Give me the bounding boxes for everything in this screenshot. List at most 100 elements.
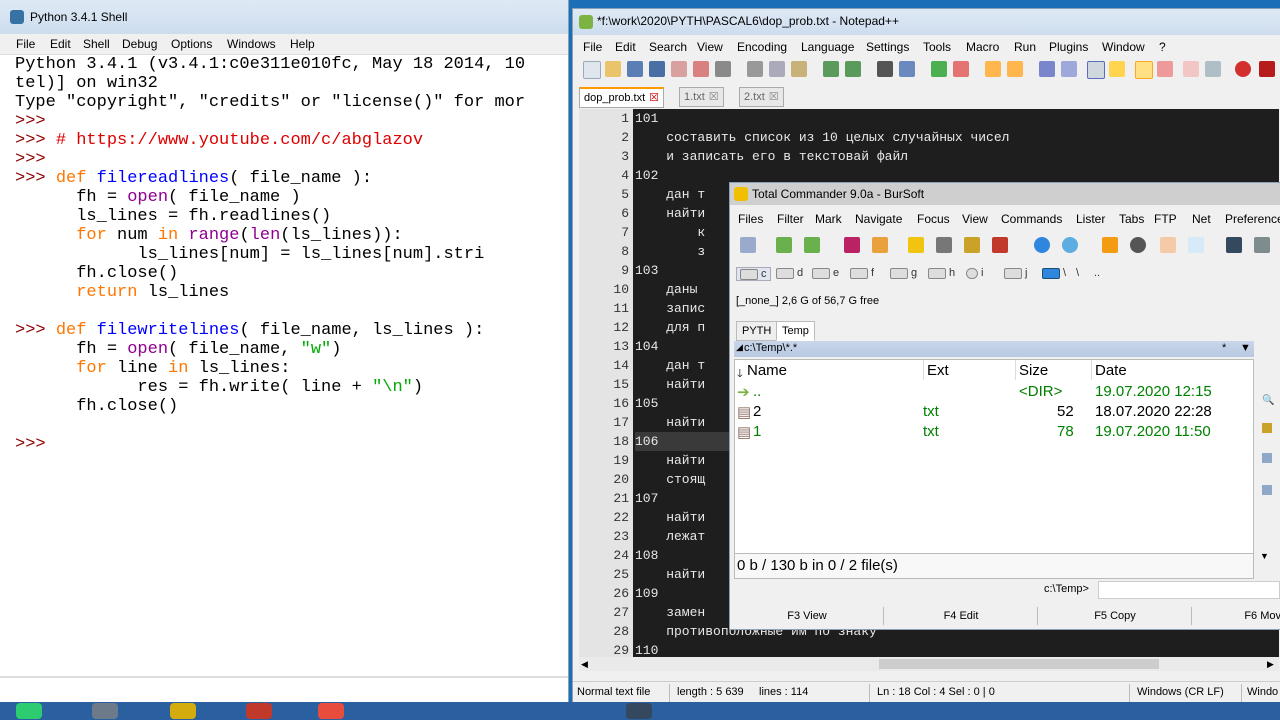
doc-map-icon[interactable] <box>1135 61 1153 79</box>
npp-menu-macro[interactable]: Macro <box>966 40 999 54</box>
drive-g[interactable]: g <box>890 267 917 279</box>
drive-c[interactable]: c <box>736 267 771 281</box>
search-icon[interactable]: 🔍 <box>1262 395 1274 406</box>
npp-titlebar[interactable]: *f:\work\2020\PYTH\PASCAL6\dop_prob.txt … <box>573 9 1280 35</box>
taskbar-app-icon[interactable] <box>246 703 272 719</box>
tc-menu-filter[interactable]: Filter <box>777 212 804 226</box>
filter-star[interactable]: * <box>1222 342 1226 354</box>
tc-menu-navigate[interactable]: Navigate <box>855 212 902 226</box>
open-file-icon[interactable] <box>605 61 621 77</box>
drive-h[interactable]: h <box>928 267 955 279</box>
npp-menu-help[interactable]: ? <box>1159 40 1166 54</box>
shell-menu-shell[interactable]: Shell <box>83 37 110 51</box>
drive-d[interactable]: d <box>776 267 803 279</box>
close-icon[interactable]: ☒ <box>709 91 719 103</box>
network-icon[interactable] <box>1062 237 1078 253</box>
refresh-icon[interactable] <box>740 237 756 253</box>
zoom-in-icon[interactable] <box>931 61 947 77</box>
npp-menu-window[interactable]: Window <box>1102 40 1145 54</box>
horizontal-scrollbar[interactable]: ◀ ▶ <box>579 657 1279 671</box>
scroll-left-icon[interactable]: ◀ <box>581 659 588 670</box>
chevron-down-icon[interactable]: ▼ <box>1240 342 1251 354</box>
panel-tab-temp[interactable]: Temp <box>776 321 815 341</box>
view-icon[interactable] <box>1262 453 1272 463</box>
file-row[interactable]: ➔ .. <DIR> 19.07.2020 12:15 <box>735 382 1253 402</box>
npp-menu-settings[interactable]: Settings <box>866 40 909 54</box>
tab-1-txt[interactable]: 1.txt ☒ <box>679 87 724 107</box>
compare-icon[interactable] <box>1188 237 1204 253</box>
tc-titlebar[interactable]: Total Commander 9.0a - BurSoft <box>730 183 1280 205</box>
notes-icon[interactable] <box>1160 237 1176 253</box>
favorites-icon[interactable] <box>908 237 924 253</box>
indent-guide-icon[interactable] <box>1087 61 1105 79</box>
drive-network[interactable]: \ <box>1042 267 1066 279</box>
npp-menu-plugins[interactable]: Plugins <box>1049 40 1088 54</box>
forward-icon[interactable] <box>804 237 820 253</box>
print-icon[interactable] <box>715 61 731 77</box>
cut-icon[interactable] <box>747 61 763 77</box>
shell-menu-help[interactable]: Help <box>290 37 315 51</box>
copy-icon[interactable] <box>769 61 785 77</box>
save-all-icon[interactable] <box>649 61 665 77</box>
taskbar-app-icon[interactable] <box>318 703 344 719</box>
tab-dop-prob[interactable]: dop_prob.txt ☒ <box>579 87 665 108</box>
close-icon[interactable]: ☒ <box>769 91 779 103</box>
column-ext[interactable]: Ext <box>927 362 949 379</box>
shell-titlebar[interactable]: Python 3.4.1 Shell <box>0 0 568 34</box>
edit-pencil-icon[interactable] <box>936 237 952 253</box>
column-name[interactable]: Name <box>747 362 787 379</box>
close-icon[interactable]: ☒ <box>649 92 659 104</box>
redo-icon[interactable] <box>845 61 861 77</box>
drive-i[interactable]: i <box>966 267 983 279</box>
file-list-panel[interactable]: 🡓 Name Ext Size Date ➔ .. <DIR> 19.07.20… <box>734 359 1254 554</box>
shell-code-area[interactable]: Python 3.4.1 (v3.4.1:c0e311e010fc, May 1… <box>15 55 565 675</box>
word-wrap-icon[interactable] <box>1039 61 1055 77</box>
column-date[interactable]: Date <box>1095 362 1127 379</box>
panel-path-bar[interactable]: ◢ c:\Temp\*.* * ▼ <box>734 341 1254 357</box>
f3-view-button[interactable]: F3 View <box>732 610 882 622</box>
tc-menu-net[interactable]: Net <box>1192 212 1211 226</box>
record-macro-icon[interactable] <box>1235 61 1251 77</box>
npp-menu-edit[interactable]: Edit <box>615 40 636 54</box>
find-icon[interactable] <box>877 61 893 77</box>
tc-menu-lister[interactable]: Lister <box>1076 212 1105 226</box>
shell-menu-file[interactable]: File <box>16 37 35 51</box>
pack-icon[interactable] <box>844 237 860 253</box>
tab-2-txt[interactable]: 2.txt ☒ <box>739 87 784 107</box>
scroll-right-icon[interactable]: ▶ <box>1267 659 1274 670</box>
search-icon[interactable] <box>1130 237 1146 253</box>
panel-tab-pyth[interactable]: PYTH <box>736 321 778 341</box>
warning-icon[interactable] <box>1102 237 1118 253</box>
tc-menu-mark[interactable]: Mark <box>815 212 842 226</box>
function-list-icon[interactable] <box>1157 61 1173 77</box>
zoom-out-icon[interactable] <box>953 61 969 77</box>
tc-menu-tabs[interactable]: Tabs <box>1119 212 1144 226</box>
drive-e[interactable]: e <box>812 267 839 279</box>
replace-icon[interactable] <box>899 61 915 77</box>
close-all-icon[interactable] <box>693 61 709 77</box>
show-all-chars-icon[interactable] <box>1061 61 1077 77</box>
screen-icon[interactable] <box>1226 237 1242 253</box>
list-icon[interactable] <box>1262 485 1272 495</box>
npp-menu-file[interactable]: File <box>583 40 602 54</box>
f5-copy-button[interactable]: F5 Copy <box>1040 610 1190 622</box>
drive-f[interactable]: f <box>850 267 874 279</box>
shell-menu-edit[interactable]: Edit <box>50 37 71 51</box>
sync-vertical-icon[interactable] <box>985 61 1001 77</box>
tc-menu-focus[interactable]: Focus <box>917 212 950 226</box>
chevron-down-icon[interactable]: ▼ <box>1260 551 1269 561</box>
tc-menu-preferences[interactable]: Preference <box>1225 212 1280 226</box>
command-input[interactable] <box>1098 581 1280 599</box>
back-icon[interactable] <box>776 237 792 253</box>
copy-names-icon[interactable] <box>992 237 1008 253</box>
close-file-icon[interactable] <box>671 61 687 77</box>
taskbar-app-icon[interactable] <box>170 703 196 719</box>
f4-edit-button[interactable]: F4 Edit <box>886 610 1036 622</box>
paste-icon[interactable] <box>791 61 807 77</box>
sync-horizontal-icon[interactable] <box>1007 61 1023 77</box>
file-row[interactable]: ▤ 1 txt 78 19.07.2020 11:50 <box>735 422 1253 442</box>
scroll-thumb[interactable] <box>879 659 1159 669</box>
f6-move-button[interactable]: F6 Mov <box>1194 610 1280 622</box>
edit-icon[interactable] <box>1262 423 1272 433</box>
folder-workspace-icon[interactable] <box>1183 61 1199 77</box>
